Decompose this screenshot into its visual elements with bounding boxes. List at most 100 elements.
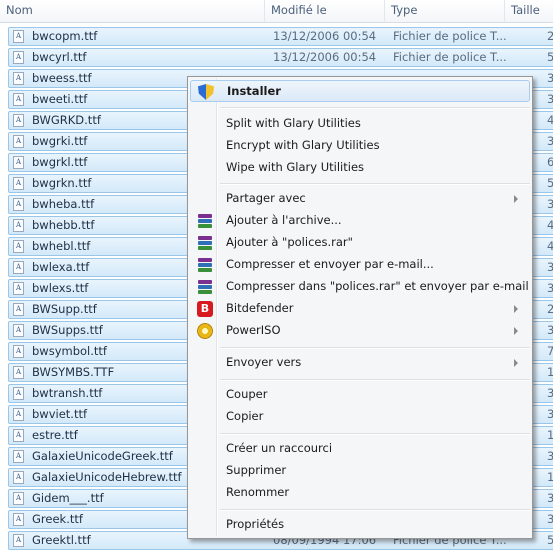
menu-item-poweriso[interactable]: PowerISO [190, 320, 530, 342]
menu-separator [220, 347, 530, 349]
file-size: 3 [547, 260, 553, 274]
font-file-icon: A [13, 387, 24, 400]
winrar-icon [197, 279, 213, 295]
menu-item-label: Compresser dans "polices.rar" et envoyer… [226, 279, 529, 293]
font-file-icon: A [13, 93, 24, 106]
menu-item-label: Supprimer [226, 463, 287, 477]
column-size[interactable]: Taille [505, 0, 553, 22]
font-file-icon: A [13, 345, 24, 358]
file-size: 3 [547, 134, 553, 148]
file-row[interactable]: Abwcyrl.ttf 13/12/2006 00:54 Fichier de po… [8, 48, 553, 67]
font-file-icon: A [13, 240, 24, 253]
menu-item-label: Renommer [226, 485, 290, 499]
context-menu: Installer Split with Glary Utilities Enc… [187, 76, 533, 539]
file-size: 3 [547, 281, 553, 295]
menu-item-encrypt[interactable]: Encrypt with Glary Utilities [190, 135, 530, 157]
menu-item-delete[interactable]: Supprimer [190, 460, 530, 482]
font-file-icon: A [13, 135, 24, 148]
file-name: BWGRKD.ttf [32, 113, 101, 127]
menu-separator [220, 379, 530, 381]
font-file-icon: A [13, 30, 24, 43]
font-file-icon: A [13, 366, 24, 379]
file-name: bwgrkl.ttf [32, 155, 88, 169]
file-row[interactable]: Abwcopm.ttf 13/12/2006 00:54 Fichier de po… [8, 27, 553, 46]
file-size: 5 [547, 176, 553, 190]
menu-item-label: Bitdefender [226, 301, 294, 315]
font-file-icon: A [13, 492, 24, 505]
file-name: Greek.ttf [32, 512, 83, 526]
file-size: 5 [547, 50, 553, 64]
file-name: bwcopm.ttf [32, 29, 98, 43]
file-size: 4 [547, 113, 553, 127]
file-name: bwviet.ttf [32, 407, 88, 421]
file-name: bwcyrl.ttf [32, 50, 87, 64]
file-size: 5 [547, 533, 553, 547]
menu-item-create-shortcut[interactable]: Créer un raccourci [190, 438, 530, 460]
menu-item-label: Ajouter à "polices.rar" [226, 235, 353, 249]
column-modified[interactable]: Modifié le [265, 0, 385, 22]
file-size: 10 [547, 428, 553, 442]
file-size: 3 [547, 386, 553, 400]
file-size: 3 [547, 407, 553, 421]
submenu-arrow-icon [514, 327, 518, 335]
column-header: Nom Modifié le Type Taille [0, 0, 553, 23]
menu-item-label: Ajouter à l'archive... [226, 213, 342, 227]
menu-separator [220, 509, 530, 511]
file-name: estre.ttf [32, 428, 78, 442]
font-file-icon: A [13, 324, 24, 337]
file-date: 13/12/2006 00:54 [273, 29, 377, 43]
menu-item-copy[interactable]: Copier [190, 406, 530, 428]
menu-item-install[interactable]: Installer [190, 80, 530, 102]
menu-item-wipe[interactable]: Wipe with Glary Utilities [190, 157, 530, 179]
font-file-icon: A [13, 303, 24, 316]
menu-item-label: Compresser et envoyer par e-mail... [226, 257, 434, 271]
font-file-icon: A [13, 450, 24, 463]
column-type[interactable]: Type [385, 0, 505, 22]
menu-item-add-rar[interactable]: Ajouter à "polices.rar" [190, 232, 530, 254]
file-name: BWSupps.ttf [32, 323, 103, 337]
file-name: GalaxieUnicodeGreek.ttf [32, 449, 173, 463]
column-name[interactable]: Nom [0, 0, 265, 22]
file-size: 3 [547, 92, 553, 106]
font-file-icon: A [13, 534, 24, 547]
font-file-icon: A [13, 408, 24, 421]
file-name: bwlexs.ttf [32, 281, 89, 295]
uac-shield-icon [198, 84, 214, 100]
file-name: Gidem___.ttf [32, 491, 104, 505]
menu-item-cut[interactable]: Couper [190, 384, 530, 406]
menu-item-bitdefender[interactable]: B Bitdefender [190, 298, 530, 320]
file-size: 2 [547, 302, 553, 316]
file-size: 6 [547, 155, 553, 169]
menu-item-label: Partager avec [226, 191, 306, 205]
font-file-icon: A [13, 72, 24, 85]
font-file-icon: A [13, 282, 24, 295]
file-name: bwheba.ttf [32, 197, 95, 211]
font-file-icon: A [13, 198, 24, 211]
menu-item-rename[interactable]: Renommer [190, 482, 530, 504]
menu-item-properties[interactable]: Propriétés [190, 514, 530, 536]
file-size: 7 [547, 344, 553, 358]
font-file-icon: A [13, 51, 24, 64]
submenu-arrow-icon [514, 195, 518, 203]
menu-item-send-to[interactable]: Envoyer vers [190, 352, 530, 374]
submenu-arrow-icon [514, 359, 518, 367]
file-name: bwtransh.ttf [32, 386, 103, 400]
file-type: Fichier de police T... [393, 50, 507, 64]
font-file-icon: A [13, 513, 24, 526]
file-name: bwgrki.ttf [32, 134, 88, 148]
menu-item-split[interactable]: Split with Glary Utilities [190, 113, 530, 135]
menu-item-add-archive[interactable]: Ajouter à l'archive... [190, 210, 530, 232]
file-size: 1 [547, 365, 553, 379]
file-name: bwlexa.ttf [32, 260, 90, 274]
winrar-icon [197, 257, 213, 273]
poweriso-icon [197, 323, 213, 339]
menu-item-share[interactable]: Partager avec [190, 188, 530, 210]
menu-item-compress-rar-email[interactable]: Compresser dans "polices.rar" et envoyer… [190, 276, 530, 298]
file-size: 4 [547, 218, 553, 232]
menu-item-label: Split with Glary Utilities [226, 116, 361, 130]
menu-item-label: Copier [226, 409, 264, 423]
font-file-icon: A [13, 177, 24, 190]
menu-item-compress-email[interactable]: Compresser et envoyer par e-mail... [190, 254, 530, 276]
file-date: 13/12/2006 00:54 [273, 50, 377, 64]
winrar-icon [197, 235, 213, 251]
